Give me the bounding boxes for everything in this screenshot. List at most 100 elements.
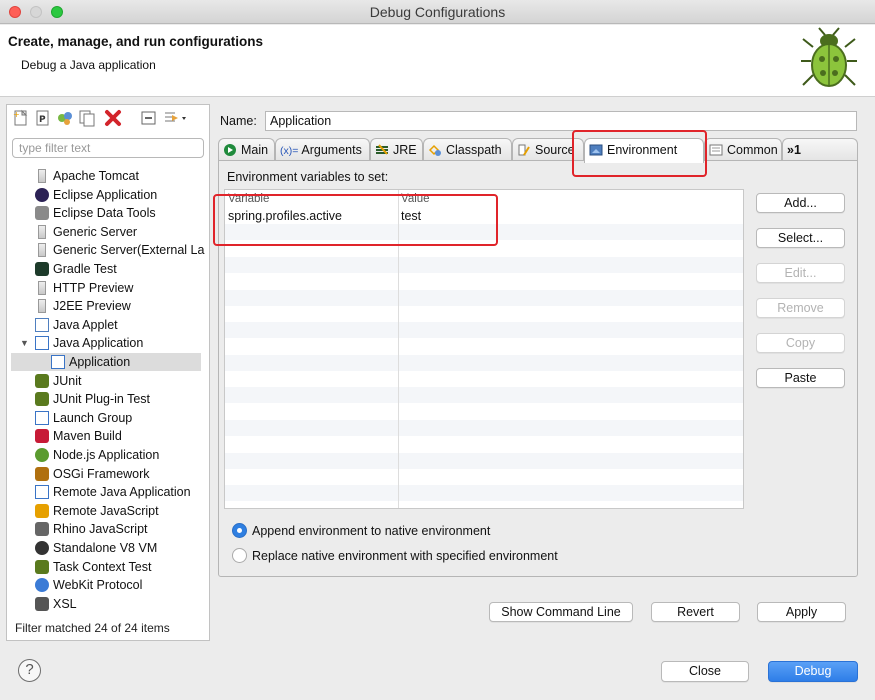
table-row[interactable]	[225, 387, 743, 404]
table-row[interactable]	[225, 501, 743, 508]
svg-text:+: +	[13, 110, 20, 119]
tree-item[interactable]: Node.js Application	[7, 446, 207, 464]
paste-button[interactable]: Paste	[756, 368, 845, 388]
help-icon[interactable]: ?	[18, 659, 41, 682]
new-configuration-icon[interactable]: +	[12, 109, 30, 127]
revert-button[interactable]: Revert	[651, 602, 740, 622]
table-row[interactable]	[225, 404, 743, 420]
database-icon	[35, 206, 49, 221]
delete-configuration-icon[interactable]	[104, 109, 122, 127]
show-command-line-button[interactable]: Show Command Line	[489, 602, 633, 622]
select-button[interactable]: Select...	[756, 228, 845, 248]
table-row[interactable]	[225, 436, 743, 452]
dialog-header: Create, manage, and run configurations D…	[0, 25, 875, 97]
duplicate-configuration-icon[interactable]	[78, 109, 96, 127]
tab-main[interactable]: Main	[218, 138, 275, 162]
maven-icon	[35, 429, 49, 444]
table-row[interactable]	[225, 469, 743, 485]
table-row[interactable]	[225, 289, 743, 306]
tree-item[interactable]: J2EE Preview	[7, 297, 207, 315]
header-title: Create, manage, and run configurations	[8, 34, 264, 49]
tree-item[interactable]: Application	[11, 353, 201, 371]
chevron-down-icon[interactable]: ▼	[20, 334, 29, 352]
tree-item[interactable]: Rhino JavaScript	[7, 520, 207, 538]
table-row[interactable]	[225, 452, 743, 469]
tree-item[interactable]: Task Context Test	[7, 558, 207, 576]
tab-overflow[interactable]: »1	[782, 138, 858, 162]
tree-item[interactable]: Launch Group	[7, 409, 207, 427]
debug-button[interactable]: Debug	[768, 661, 858, 682]
tab-label: JRE	[393, 143, 417, 157]
server-icon	[38, 299, 46, 314]
server-icon	[38, 243, 46, 258]
tab-classpath[interactable]: Classpath	[423, 138, 512, 162]
tree-item-label: XSL	[53, 596, 77, 611]
name-label: Name:	[220, 114, 257, 128]
remove-button: Remove	[756, 298, 845, 318]
table-row[interactable]	[225, 338, 743, 354]
table-row[interactable]	[225, 354, 743, 371]
filter-input[interactable]: type filter text	[12, 138, 204, 158]
append-env-radio[interactable]	[232, 523, 247, 538]
tree-item[interactable]: Java Applet	[7, 316, 207, 334]
tree-item[interactable]: Gradle Test	[7, 260, 207, 278]
tree-item-label: Apache Tomcat	[53, 169, 139, 183]
append-env-label[interactable]: Append environment to native environment	[252, 524, 490, 538]
tree-item[interactable]: Standalone V8 VM	[7, 539, 207, 557]
tree-item[interactable]: Generic Server(External La	[7, 241, 207, 259]
close-button[interactable]: Close	[661, 661, 749, 682]
tab-common[interactable]: Common	[704, 138, 782, 162]
tree-item-label: JUnit	[53, 373, 82, 388]
edit-button: Edit...	[756, 263, 845, 283]
filter-menu-icon[interactable]	[162, 109, 188, 127]
tree-item-label: WebKit Protocol	[53, 578, 143, 593]
collapse-all-icon[interactable]	[140, 109, 158, 127]
tree-item[interactable]: Remote Java Application	[7, 483, 207, 501]
tree-item-label: Generic Server(External La	[53, 243, 205, 258]
jre-icon	[376, 144, 388, 155]
tree-item[interactable]: Remote JavaScript	[7, 502, 207, 520]
debug-bug-icon	[801, 27, 857, 87]
tab-jre[interactable]: JRE	[370, 138, 423, 162]
v8-icon	[35, 541, 49, 555]
server-icon	[38, 224, 46, 239]
tree-item[interactable]: WebKit Protocol	[7, 576, 207, 594]
add-button[interactable]: Add...	[756, 193, 845, 213]
name-input[interactable]: Application	[265, 111, 857, 131]
tree-item[interactable]: Eclipse Application	[7, 186, 207, 204]
tree-item-label: Gradle Test	[53, 262, 117, 276]
replace-env-label[interactable]: Replace native environment with specifie…	[252, 549, 558, 563]
export-configuration-icon[interactable]	[56, 109, 74, 127]
tree-item[interactable]: Apache Tomcat	[7, 167, 207, 185]
tree-item[interactable]: OSGi Framework	[7, 465, 207, 483]
tree-item[interactable]: HTTP Preview	[7, 279, 207, 297]
table-row[interactable]	[225, 322, 743, 339]
java-app-icon	[35, 336, 49, 351]
tree-item-label: Remote Java Application	[53, 485, 191, 500]
tree-item-label: Eclipse Data Tools	[53, 206, 156, 221]
tree-item-label: Rhino JavaScript	[53, 522, 148, 537]
tree-item[interactable]: JUnit	[7, 372, 207, 390]
table-row[interactable]	[225, 256, 743, 273]
tree-item[interactable]: Maven Build	[7, 427, 207, 445]
table-row[interactable]	[225, 306, 743, 322]
new-prototype-icon[interactable]: P	[34, 109, 52, 127]
table-row[interactable]	[225, 485, 743, 502]
close-window-button[interactable]	[9, 6, 21, 18]
minimize-window-button[interactable]	[30, 6, 42, 18]
tab-label: Classpath	[446, 143, 502, 157]
tree-item[interactable]: JUnit Plug-in Test	[7, 390, 207, 408]
tree-item[interactable]: XSL	[7, 595, 207, 613]
apply-button[interactable]: Apply	[757, 602, 846, 622]
zoom-window-button[interactable]	[51, 6, 63, 18]
configuration-tree-panel: + P type filter text Apache Tomcat Eclips…	[6, 104, 210, 641]
tree-item[interactable]: Eclipse Data Tools	[7, 204, 207, 222]
tree-item[interactable]: Generic Server	[7, 223, 207, 241]
table-row[interactable]	[225, 273, 743, 289]
tab-environment[interactable]: Environment	[584, 138, 704, 163]
tree-item[interactable]: ▼ Java Application	[7, 334, 207, 352]
table-row[interactable]	[225, 371, 743, 387]
tab-arguments[interactable]: (x)= Arguments	[275, 138, 370, 162]
replace-env-radio[interactable]	[232, 548, 247, 563]
table-row[interactable]	[225, 419, 743, 436]
